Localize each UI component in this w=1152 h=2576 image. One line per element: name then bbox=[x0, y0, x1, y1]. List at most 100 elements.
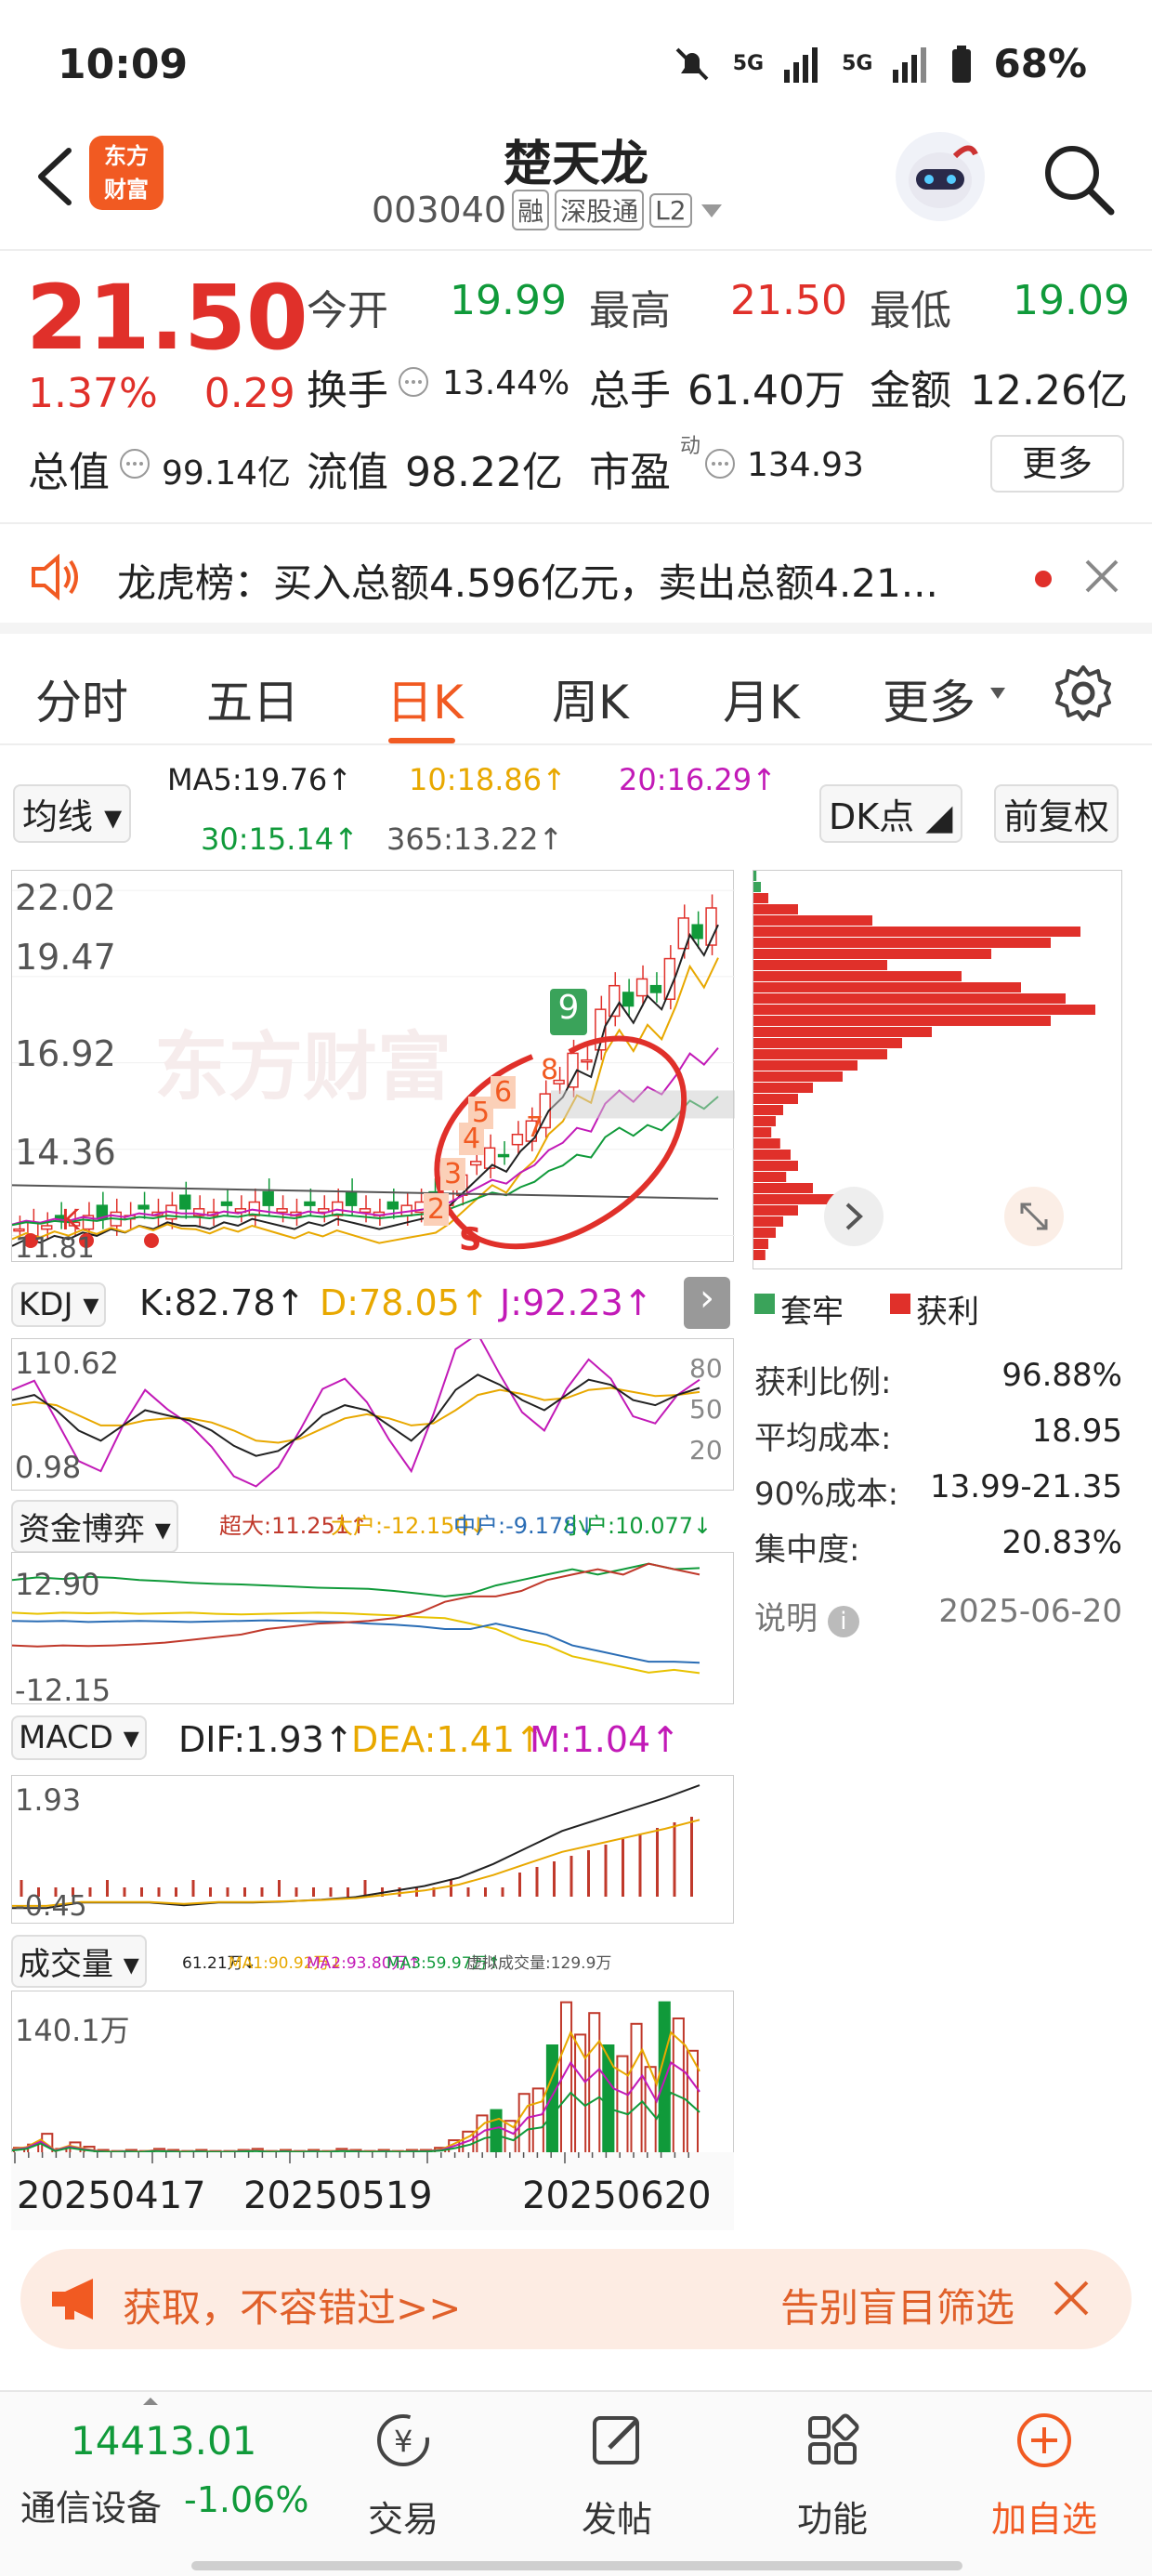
candle-body-45 bbox=[635, 978, 648, 997]
tab-more[interactable]: 更多 bbox=[883, 665, 975, 732]
tab-weekly-k[interactable]: 周K bbox=[552, 665, 629, 732]
info-dots-icon-2[interactable] bbox=[119, 448, 151, 480]
high-label: 最高 bbox=[589, 287, 671, 335]
tab-five-day[interactable]: 五日 bbox=[206, 665, 299, 732]
info-icon: i bbox=[827, 1606, 859, 1637]
nav-add-watchlist[interactable]: 加自选 bbox=[979, 2411, 1109, 2542]
volume-selector[interactable]: 成交量 ▾ bbox=[11, 1935, 147, 1988]
margin-tag: 融 bbox=[512, 190, 550, 230]
index-name[interactable]: 通信设备 bbox=[20, 2479, 162, 2530]
collapse-arrow-icon[interactable]: › bbox=[684, 1277, 730, 1329]
volume-bar-37 bbox=[531, 2087, 544, 2154]
chip-distribution[interactable] bbox=[753, 870, 1122, 1269]
volume-ma2-line bbox=[11, 2060, 700, 2153]
info-dots-icon-3[interactable] bbox=[704, 448, 736, 480]
concentration-value: 20.83% bbox=[1001, 1524, 1122, 1561]
marker-9: 9 bbox=[550, 989, 587, 1035]
adjust-selector[interactable]: 前复权 bbox=[994, 784, 1119, 843]
ma-selector[interactable]: 均线 ▾ bbox=[13, 784, 132, 843]
candle-body-41 bbox=[581, 1058, 593, 1063]
candle-body-21 bbox=[304, 1201, 316, 1206]
kline-y-3: 16.92 bbox=[15, 1033, 116, 1074]
kdj-label: KDJ bbox=[19, 1286, 73, 1323]
macd-selector[interactable]: MACD ▾ bbox=[11, 1715, 147, 1760]
chip-bar-21 bbox=[753, 1105, 783, 1115]
chip-date: 2025-06-20 bbox=[938, 1593, 1122, 1630]
funds-chart[interactable] bbox=[11, 1552, 734, 1704]
chip-bar-9 bbox=[753, 971, 962, 981]
marker-6: 6 bbox=[491, 1076, 517, 1109]
nav-trade-label: 交易 bbox=[367, 2499, 439, 2540]
signal-bars-icon bbox=[784, 46, 818, 83]
volume-bar-42 bbox=[602, 2044, 615, 2154]
chip-bar-0 bbox=[753, 871, 757, 881]
volume-value: 61.40万 bbox=[687, 367, 845, 414]
ma-legend: 均线 ▾ MA5:19.76↑ 10:18.86↑ 20:16.29↑ 30:1… bbox=[0, 753, 1152, 864]
chip-bar-10 bbox=[753, 982, 1021, 992]
search-icon[interactable] bbox=[1039, 139, 1117, 217]
nav-trade[interactable]: ¥ 交易 bbox=[338, 2411, 468, 2542]
index-change[interactable]: -1.06% bbox=[184, 2479, 308, 2520]
ma10-value: 10:18.86↑ bbox=[409, 762, 567, 797]
funds-small: 小户:10.077↓ bbox=[563, 1513, 713, 1539]
profit-ratio-label: 获利比例: bbox=[754, 1364, 892, 1401]
edit-icon bbox=[593, 2416, 639, 2464]
kdj-j: J:92.23↑ bbox=[500, 1282, 653, 1323]
unread-dot bbox=[1035, 571, 1052, 587]
chip-bar-13 bbox=[753, 1016, 1051, 1026]
signal-5g-1: 5G bbox=[732, 52, 765, 75]
kdj-ymax: 110.62 bbox=[15, 1346, 119, 1381]
nav-post[interactable]: 发帖 bbox=[552, 2411, 682, 2542]
change-row: 1.37% 0.29 bbox=[28, 370, 295, 417]
candle-body-36 bbox=[511, 1134, 524, 1146]
candle-body-9 bbox=[137, 1204, 150, 1210]
close-icon-2[interactable] bbox=[1052, 2279, 1091, 2318]
gear-icon[interactable] bbox=[1054, 664, 1113, 723]
funds-selector[interactable]: 资金博弈 ▾ bbox=[11, 1500, 178, 1553]
macd-chart[interactable] bbox=[11, 1775, 734, 1924]
profit-legend-swatch bbox=[890, 1294, 910, 1314]
dk-point-selector[interactable]: DK点 ◢ bbox=[819, 784, 962, 843]
low-label: 最低 bbox=[870, 287, 951, 335]
kdj-d-line bbox=[11, 1387, 700, 1444]
mktcap-value: 99.14亿 bbox=[162, 454, 292, 493]
kdj-chart[interactable] bbox=[11, 1333, 734, 1491]
candle-body-27 bbox=[386, 1201, 399, 1210]
tab-monthly-k[interactable]: 月K bbox=[723, 665, 800, 732]
dk-label: DK点 bbox=[829, 796, 915, 837]
change-percent: 1.37% bbox=[28, 370, 158, 417]
megaphone-icon bbox=[52, 2279, 93, 2320]
ai-assistant-avatar[interactable] bbox=[896, 132, 985, 221]
kline-y-2: 19.47 bbox=[15, 937, 116, 978]
tab-intraday[interactable]: 分时 bbox=[35, 665, 128, 732]
index-value[interactable]: 14413.01 bbox=[71, 2418, 256, 2464]
connect-tag: 深股通 bbox=[555, 190, 645, 230]
chip-bar-34 bbox=[753, 1250, 766, 1260]
chip-bar-1 bbox=[753, 882, 761, 892]
dragon-tiger-notice[interactable]: 龙虎榜：买入总额4.596亿元，卖出总额4.21... bbox=[0, 522, 1152, 634]
low-value: 19.09 bbox=[1013, 277, 1130, 324]
stock-code-row[interactable]: 003040 融 深股通 L2 bbox=[372, 190, 726, 230]
info-dots-icon[interactable] bbox=[398, 366, 429, 398]
note-row[interactable]: 说明 i 2025-06-20 bbox=[754, 1593, 1122, 1638]
candle-body-24 bbox=[345, 1190, 358, 1206]
chip-bar-20 bbox=[753, 1094, 798, 1104]
kdj-selector[interactable]: KDJ ▾ bbox=[11, 1282, 107, 1327]
last-price: 21.50 bbox=[26, 266, 308, 370]
volume-ma3-line bbox=[11, 2091, 700, 2153]
chevron-right-icon[interactable] bbox=[823, 1186, 884, 1247]
marker-3: 3 bbox=[440, 1158, 466, 1190]
mktcap-label: 总值 bbox=[28, 449, 110, 496]
tab-daily-k[interactable]: 日K bbox=[386, 665, 464, 732]
expand-icon[interactable] bbox=[1003, 1186, 1065, 1247]
watermark: 东方财富 bbox=[154, 1024, 452, 1111]
low-item: 最低 bbox=[870, 277, 951, 336]
close-icon[interactable] bbox=[1083, 558, 1120, 595]
more-button[interactable]: 更多 bbox=[990, 435, 1124, 493]
vol-virtual: 虚拟成交量:129.9万 bbox=[466, 1954, 612, 1973]
promo-banner[interactable]: 获取，不容错过>> 告别盲目筛选 bbox=[20, 2249, 1132, 2349]
nav-functions[interactable]: 功能 bbox=[767, 2411, 897, 2542]
chip-bar-7 bbox=[753, 949, 991, 959]
vol-ymax: 140.1万 bbox=[15, 2013, 130, 2048]
macd-ymin: -0.45 bbox=[15, 1890, 87, 1923]
